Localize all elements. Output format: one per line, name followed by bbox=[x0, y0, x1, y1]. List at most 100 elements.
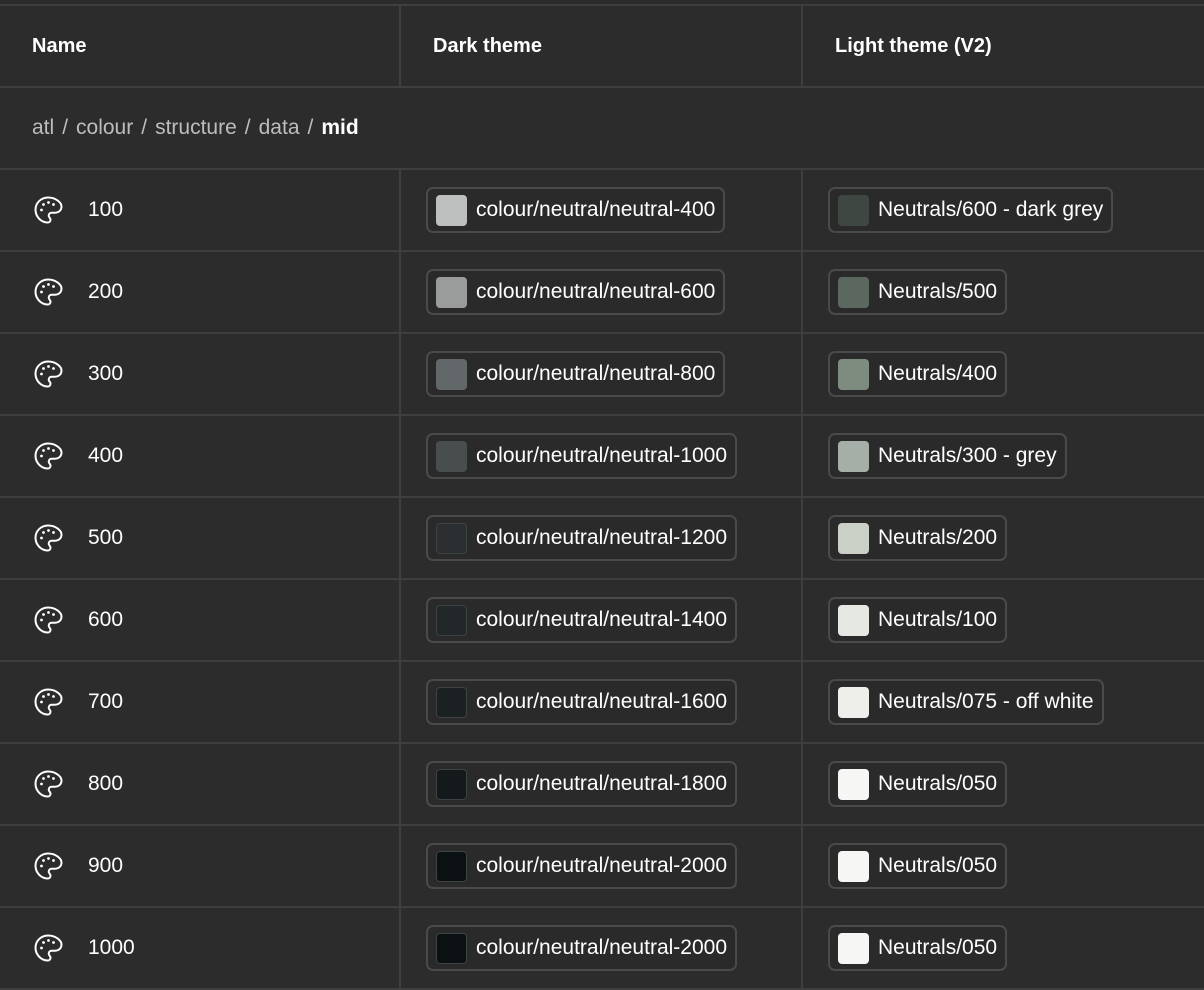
dark-theme-cell: colour/neutral/neutral-1200 bbox=[401, 498, 803, 578]
color-swatch bbox=[838, 686, 869, 718]
dark-color-chip[interactable]: colour/neutral/neutral-400 bbox=[426, 187, 726, 233]
light-theme-cell: Neutrals/300 - grey bbox=[803, 416, 1204, 496]
path-separator: / bbox=[307, 116, 314, 139]
column-header-dark-theme[interactable]: Dark theme bbox=[401, 6, 803, 86]
dark-color-label: colour/neutral/neutral-400 bbox=[476, 198, 716, 221]
table-row[interactable]: 400 colour/neutral/neutral-1000 Neutrals… bbox=[0, 416, 1204, 498]
column-header-light-theme[interactable]: Light theme (V2) bbox=[803, 6, 1204, 86]
token-name: 700 bbox=[88, 690, 124, 713]
dark-color-chip[interactable]: colour/neutral/neutral-2000 bbox=[426, 843, 737, 889]
dark-theme-cell: colour/neutral/neutral-400 bbox=[401, 170, 803, 250]
group-path-segment: data bbox=[258, 116, 300, 139]
dark-color-chip[interactable]: colour/neutral/neutral-1800 bbox=[426, 761, 737, 807]
color-swatch bbox=[838, 358, 869, 390]
color-swatch bbox=[838, 522, 869, 554]
light-theme-cell: Neutrals/600 - dark grey bbox=[803, 170, 1204, 250]
color-swatch bbox=[838, 850, 869, 882]
token-name: 100 bbox=[88, 198, 124, 221]
token-rows: 100 colour/neutral/neutral-400 Neutrals/… bbox=[0, 170, 1204, 990]
dark-theme-cell: colour/neutral/neutral-1400 bbox=[401, 580, 803, 660]
light-color-chip[interactable]: Neutrals/075 - off white bbox=[828, 679, 1104, 725]
dark-color-chip[interactable]: colour/neutral/neutral-800 bbox=[426, 351, 726, 397]
table-row[interactable]: 200 colour/neutral/neutral-600 Neutrals/… bbox=[0, 252, 1204, 334]
token-name-cell: 500 bbox=[0, 498, 401, 578]
color-swatch bbox=[838, 768, 869, 800]
light-color-label: Neutrals/100 bbox=[878, 608, 998, 631]
token-name-cell: 900 bbox=[0, 826, 401, 906]
color-swatch bbox=[436, 440, 467, 472]
light-theme-cell: Neutrals/050 bbox=[803, 744, 1204, 824]
table-row[interactable]: 900 colour/neutral/neutral-2000 Neutrals… bbox=[0, 826, 1204, 908]
color-swatch bbox=[436, 768, 467, 800]
light-theme-cell: Neutrals/075 - off white bbox=[803, 662, 1204, 742]
color-swatch bbox=[436, 276, 467, 308]
color-swatch bbox=[838, 194, 869, 226]
token-name-cell: 1000 bbox=[0, 908, 401, 988]
dark-theme-cell: colour/neutral/neutral-1600 bbox=[401, 662, 803, 742]
group-path-current: mid bbox=[321, 116, 359, 139]
dark-theme-cell: colour/neutral/neutral-2000 bbox=[401, 826, 803, 906]
table-row[interactable]: 1000 colour/neutral/neutral-2000 Neutral… bbox=[0, 908, 1204, 990]
palette-icon bbox=[32, 604, 64, 636]
token-name: 200 bbox=[88, 280, 124, 303]
path-separator: / bbox=[141, 116, 148, 139]
dark-theme-cell: colour/neutral/neutral-1000 bbox=[401, 416, 803, 496]
light-color-label: Neutrals/300 - grey bbox=[878, 444, 1057, 467]
light-color-chip[interactable]: Neutrals/050 bbox=[828, 925, 1008, 971]
light-color-chip[interactable]: Neutrals/050 bbox=[828, 843, 1008, 889]
light-color-label: Neutrals/050 bbox=[878, 854, 998, 877]
token-name-cell: 100 bbox=[0, 170, 401, 250]
color-swatch bbox=[436, 686, 467, 718]
light-theme-cell: Neutrals/050 bbox=[803, 826, 1204, 906]
dark-color-label: colour/neutral/neutral-1600 bbox=[476, 690, 727, 713]
table-row[interactable]: 300 colour/neutral/neutral-800 Neutrals/… bbox=[0, 334, 1204, 416]
group-path-segment: atl bbox=[32, 116, 55, 139]
dark-color-label: colour/neutral/neutral-2000 bbox=[476, 854, 727, 877]
column-header-name[interactable]: Name bbox=[0, 6, 401, 86]
palette-icon bbox=[32, 850, 64, 882]
light-theme-cell: Neutrals/100 bbox=[803, 580, 1204, 660]
palette-icon bbox=[32, 686, 64, 718]
light-color-chip[interactable]: Neutrals/100 bbox=[828, 597, 1008, 643]
dark-color-chip[interactable]: colour/neutral/neutral-2000 bbox=[426, 925, 737, 971]
token-name: 600 bbox=[88, 608, 124, 631]
palette-icon bbox=[32, 522, 64, 554]
color-swatch bbox=[838, 932, 869, 964]
dark-color-chip[interactable]: colour/neutral/neutral-1200 bbox=[426, 515, 737, 561]
light-color-chip[interactable]: Neutrals/300 - grey bbox=[828, 433, 1067, 479]
light-color-label: Neutrals/500 bbox=[878, 280, 998, 303]
table-row[interactable]: 100 colour/neutral/neutral-400 Neutrals/… bbox=[0, 170, 1204, 252]
light-color-label: Neutrals/050 bbox=[878, 936, 998, 959]
token-name: 900 bbox=[88, 854, 124, 877]
dark-theme-cell: colour/neutral/neutral-1800 bbox=[401, 744, 803, 824]
token-table: Name Dark theme Light theme (V2) atl / c… bbox=[0, 4, 1204, 990]
light-color-chip[interactable]: Neutrals/200 bbox=[828, 515, 1008, 561]
dark-theme-cell: colour/neutral/neutral-2000 bbox=[401, 908, 803, 988]
table-row[interactable]: 700 colour/neutral/neutral-1600 Neutrals… bbox=[0, 662, 1204, 744]
color-swatch bbox=[436, 194, 467, 226]
dark-color-chip[interactable]: colour/neutral/neutral-1400 bbox=[426, 597, 737, 643]
palette-icon bbox=[32, 276, 64, 308]
group-row: atl / colour / structure / data / mid bbox=[0, 88, 1204, 170]
light-color-chip[interactable]: Neutrals/050 bbox=[828, 761, 1008, 807]
dark-color-chip[interactable]: colour/neutral/neutral-1000 bbox=[426, 433, 737, 479]
dark-color-chip[interactable]: colour/neutral/neutral-600 bbox=[426, 269, 726, 315]
light-color-label: Neutrals/050 bbox=[878, 772, 998, 795]
color-swatch bbox=[838, 440, 869, 472]
dark-color-chip[interactable]: colour/neutral/neutral-1600 bbox=[426, 679, 737, 725]
dark-theme-cell: colour/neutral/neutral-600 bbox=[401, 252, 803, 332]
dark-color-label: colour/neutral/neutral-800 bbox=[476, 362, 716, 385]
table-row[interactable]: 800 colour/neutral/neutral-1800 Neutrals… bbox=[0, 744, 1204, 826]
dark-color-label: colour/neutral/neutral-1800 bbox=[476, 772, 727, 795]
light-color-chip[interactable]: Neutrals/400 bbox=[828, 351, 1008, 397]
light-color-chip[interactable]: Neutrals/500 bbox=[828, 269, 1008, 315]
dark-color-label: colour/neutral/neutral-2000 bbox=[476, 936, 727, 959]
light-color-chip[interactable]: Neutrals/600 - dark grey bbox=[828, 187, 1114, 233]
table-row[interactable]: 600 colour/neutral/neutral-1400 Neutrals… bbox=[0, 580, 1204, 662]
token-name: 300 bbox=[88, 362, 124, 385]
token-name-cell: 300 bbox=[0, 334, 401, 414]
token-name-cell: 400 bbox=[0, 416, 401, 496]
color-swatch bbox=[436, 932, 467, 964]
color-swatch bbox=[436, 358, 467, 390]
table-row[interactable]: 500 colour/neutral/neutral-1200 Neutrals… bbox=[0, 498, 1204, 580]
